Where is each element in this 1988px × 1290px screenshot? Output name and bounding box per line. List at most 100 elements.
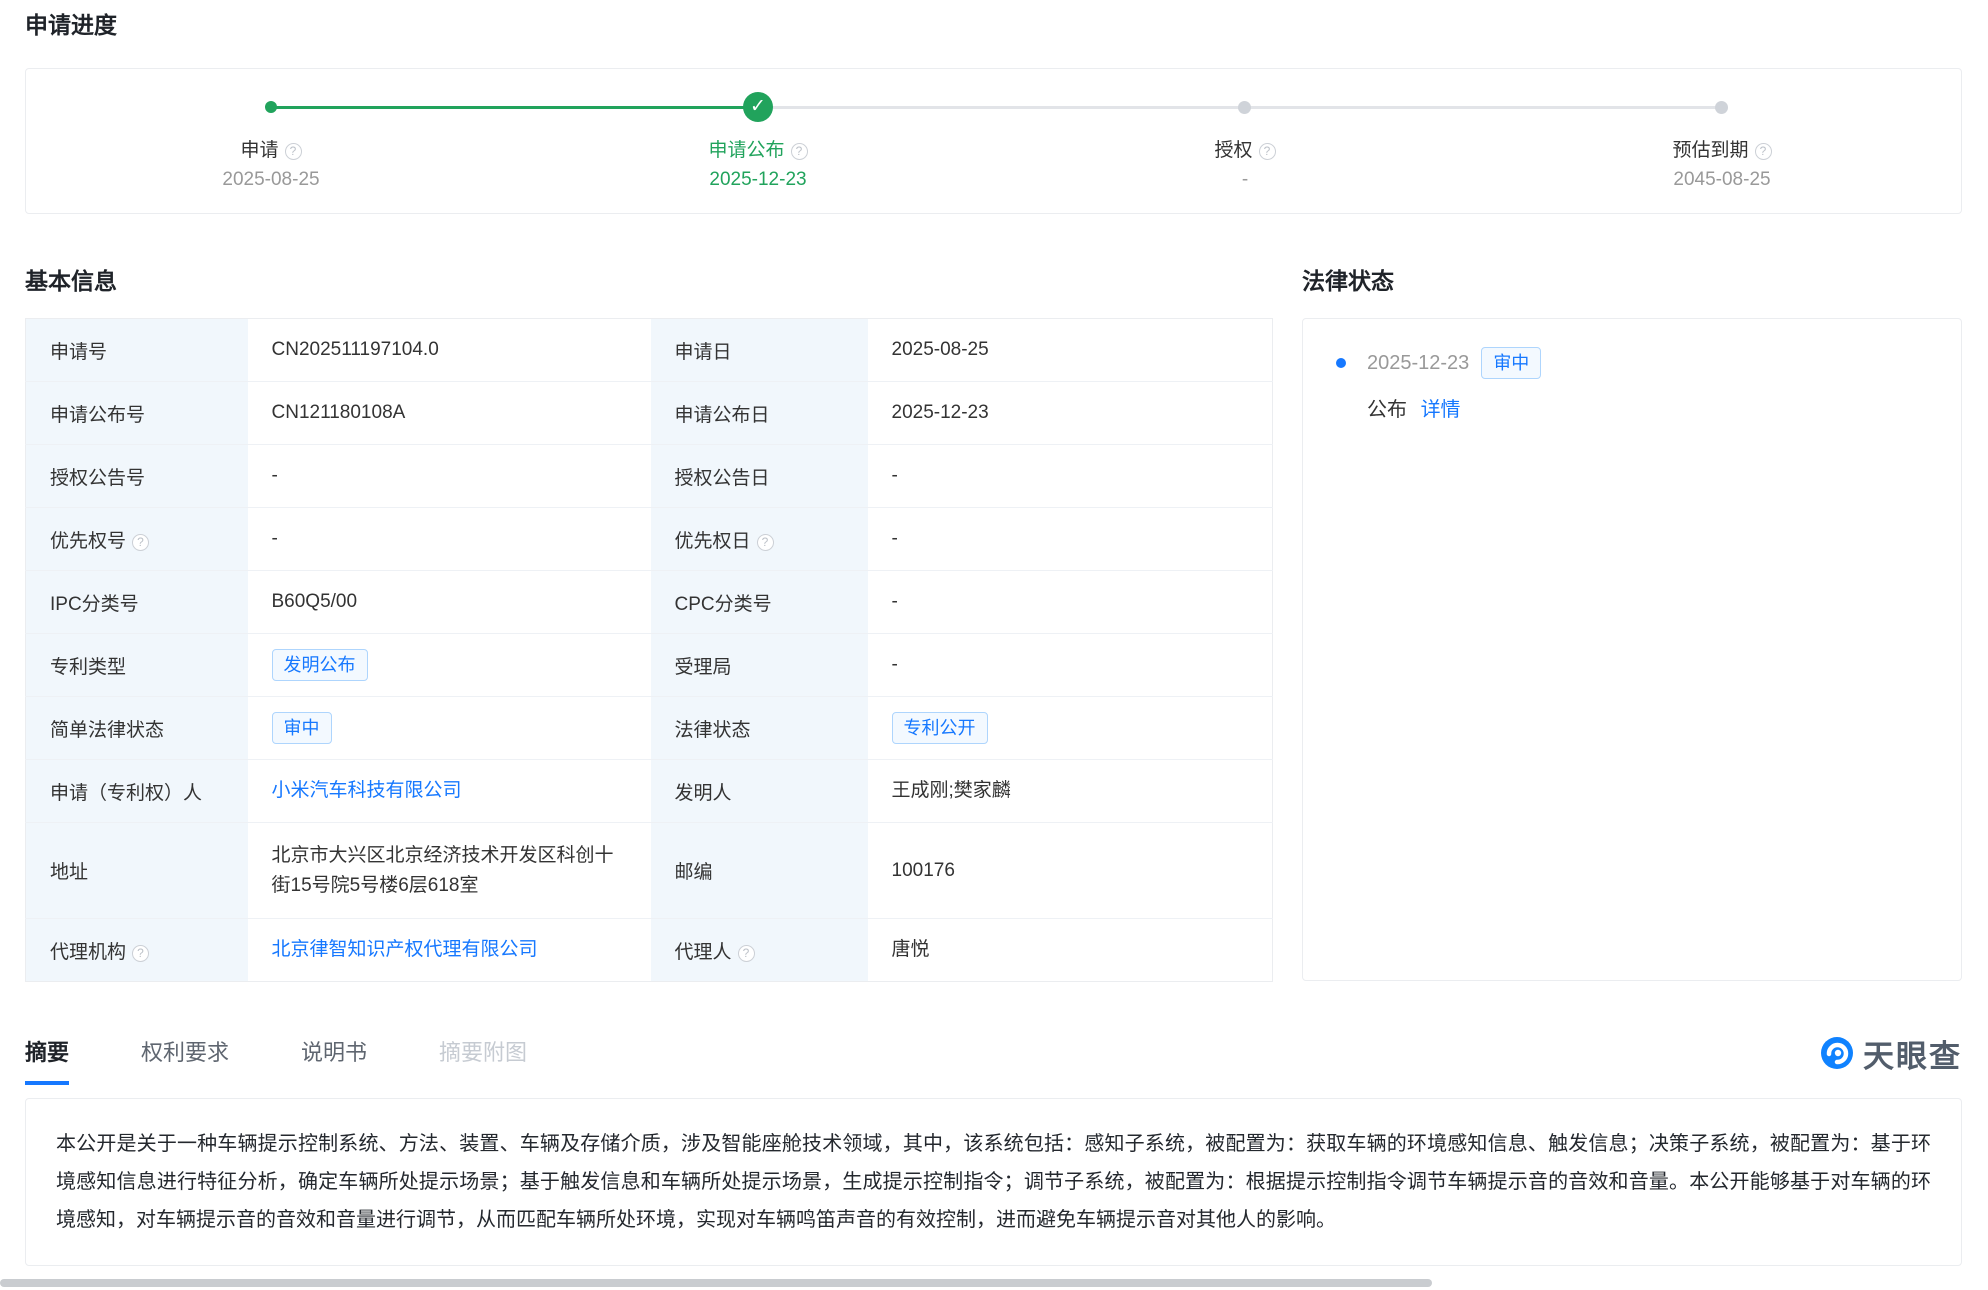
info-label: 申请公布日 [675,405,770,426]
info-label-cell: 受理局 [651,634,868,697]
info-label: 授权公告日 [675,468,770,489]
table-row: 专利类型 发明公布 受理局 - [26,634,1273,697]
info-value: CN202511197104.0 [272,339,439,360]
legal-status-entry: 2025-12-23 审中 公布 详情 [1336,347,1541,422]
step-label: 申请公布 [708,140,784,161]
progress-card: ✓ 申请? 2025-08-25 申请公布? 2025-12-23 授权? - … [25,68,1962,214]
info-label-cell: 申请日 [651,319,868,382]
status-badge: 审中 [272,712,332,744]
legal-status-date: 2025-12-23 [1367,352,1469,375]
info-value: 2025-12-23 [892,402,989,423]
info-value-cell: 发明公布 [248,634,651,697]
info-value-cell: 100176 [868,823,1273,919]
info-label-cell: 申请号 [26,319,248,382]
info-label: 代理机构 [50,942,126,963]
help-icon[interactable]: ? [132,534,149,551]
info-label-cell: 优先权日? [651,508,868,571]
patent-detail-page: 申请进度 ✓ 申请? 2025-08-25 申请公布? 2025-12-23 授… [0,0,1988,1290]
info-area: 基本信息 申请号 CN202511197104.0 申请日 2025-08-25 申请公… [25,266,1962,982]
step-label: 授权 [1214,140,1252,161]
status-badge: 专利公开 [892,712,988,744]
table-row: 申请公布号 CN121180108A 申请公布日 2025-12-23 [26,382,1273,445]
info-value-cell: CN202511197104.0 [248,319,651,382]
legal-status-detail-link[interactable]: 详情 [1421,399,1461,421]
brand-name: 天眼查 [1863,1031,1962,1076]
tab-权利要求[interactable]: 权利要求 [141,1035,229,1085]
help-icon[interactable]: ? [1259,143,1276,160]
table-row: 地址北京市大兴区北京经济技术开发区科创十街15号院5号楼6层618室邮编1001… [26,823,1273,919]
info-label-cell: 授权公告日 [651,445,868,508]
tab-说明书[interactable]: 说明书 [301,1035,367,1085]
abstract-text: 本公开是关于一种车辆提示控制系统、方法、装置、车辆及存储介质，涉及智能座舱技术领… [56,1133,1931,1231]
step-date: 2025-12-23 [628,169,888,191]
info-label-cell: IPC分类号 [26,571,248,634]
document-tabs: 摘要权利要求说明书摘要附图 [25,1028,527,1078]
basic-info-table: 申请号 CN202511197104.0 申请日 2025-08-25 申请公布号 CN1… [25,318,1273,982]
entity-link[interactable]: 小米汽车科技有限公司 [272,780,462,801]
info-label: IPC分类号 [50,594,139,615]
info-value: 唐悦 [892,939,930,960]
table-row: 代理机构? 北京律智知识产权代理有限公司 代理人? 唐悦 [26,919,1273,982]
info-value-cell: 专利公开 [868,697,1273,760]
table-row: 简单法律状态审中 法律状态 专利公开 [26,697,1273,760]
tab-摘要附图[interactable]: 摘要附图 [439,1035,527,1085]
info-value-cell: 2025-12-23 [868,382,1273,445]
step-label: 预估到期 [1672,140,1748,161]
legal-status-title: 法律状态 [1302,266,1962,296]
info-value-cell: 北京律智知识产权代理有限公司 [248,919,651,982]
info-label-cell: 发明人 [651,760,868,823]
info-label: 发明人 [675,783,732,804]
info-label-cell: 邮编 [651,823,868,919]
help-icon[interactable]: ? [1755,143,1772,160]
info-value: - [892,465,898,486]
progress-dot-expiry [1715,101,1728,114]
info-value-cell: B60Q5/00 [248,571,651,634]
horizontal-scrollbar-thumb[interactable] [0,1279,1432,1287]
info-label: 专利类型 [50,657,126,678]
info-value: CN121180108A [272,402,406,423]
info-label-cell: CPC分类号 [651,571,868,634]
info-label: 法律状态 [675,720,751,741]
help-icon[interactable]: ? [757,534,774,551]
info-value-cell: 唐悦 [868,919,1273,982]
info-value-cell: - [248,508,651,571]
basic-info-title: 基本信息 [25,266,1272,296]
info-value-cell: - [868,508,1273,571]
brand-watermark: 天眼查 [1819,1031,1962,1076]
info-label: 地址 [50,862,88,883]
info-label: 优先权号 [50,531,126,552]
info-label: 授权公告号 [50,468,145,489]
document-tabs-row: 摘要权利要求说明书摘要附图 天眼查 [25,1030,1962,1076]
info-label-cell: 简单法律状态 [26,697,248,760]
info-value: - [892,528,898,549]
entity-link[interactable]: 北京律智知识产权代理有限公司 [272,939,538,960]
info-value: - [892,654,898,675]
progress-check-icon: ✓ [743,92,773,122]
info-label-cell: 代理机构? [26,919,248,982]
info-label-cell: 申请（专利权）人 [26,760,248,823]
progress-section-title: 申请进度 [25,10,1962,40]
info-value: - [272,528,278,549]
tianyancha-logo-icon [1819,1035,1855,1071]
info-label-cell: 优先权号? [26,508,248,571]
help-icon[interactable]: ? [285,143,302,160]
info-label: 优先权日 [675,531,751,552]
info-label: 受理局 [675,657,732,678]
info-label-cell: 地址 [26,823,248,919]
info-label: 申请公布号 [50,405,145,426]
info-value: - [272,465,278,486]
info-label: 申请（专利权）人 [50,783,202,804]
info-label: 代理人 [675,942,732,963]
info-value: 2025-08-25 [892,339,989,360]
tab-摘要[interactable]: 摘要 [25,1035,69,1085]
help-icon[interactable]: ? [791,143,808,160]
info-label-cell: 法律状态 [651,697,868,760]
help-icon[interactable]: ? [738,945,755,962]
info-label-cell: 专利类型 [26,634,248,697]
info-value: B60Q5/00 [272,591,358,612]
legal-status-badge: 审中 [1481,347,1541,379]
step-label: 申请 [240,140,278,161]
help-icon[interactable]: ? [132,945,149,962]
info-value-cell: 2025-08-25 [868,319,1273,382]
info-value-cell: - [868,571,1273,634]
